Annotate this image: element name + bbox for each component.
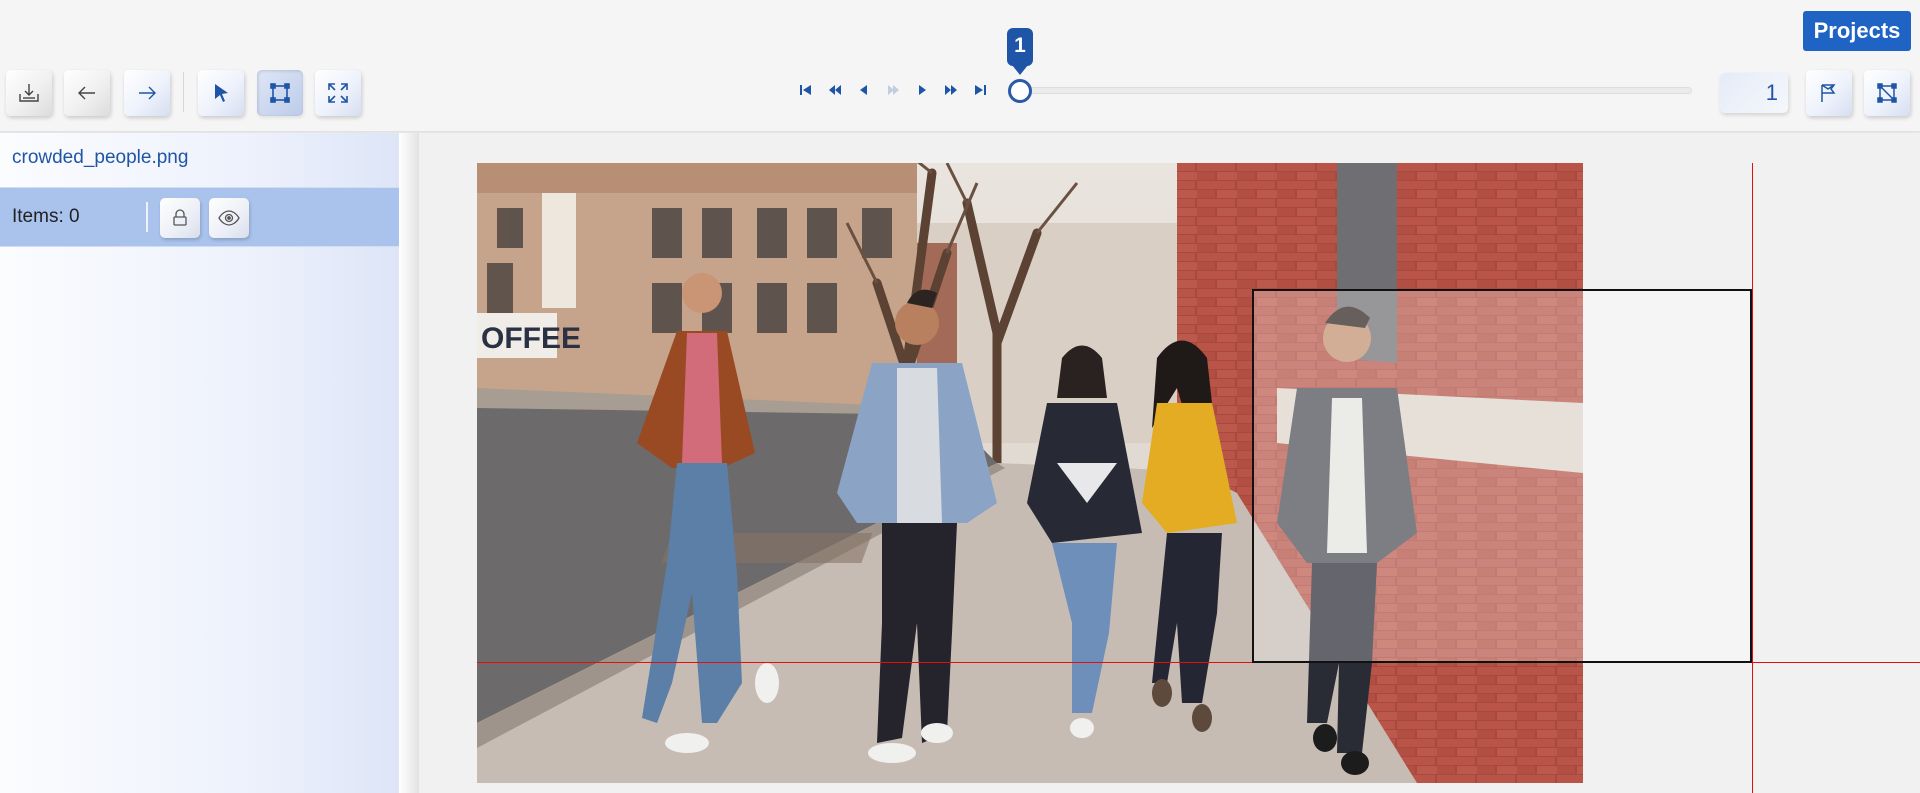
first-frame-icon <box>799 85 811 95</box>
flag-icon <box>1821 84 1836 102</box>
redo-icon <box>139 86 156 100</box>
annotation-canvas[interactable]: OFFEE <box>419 133 1920 793</box>
first-frame-button[interactable] <box>792 82 819 98</box>
visibility-button[interactable] <box>209 198 249 238</box>
last-frame-icon <box>974 85 986 95</box>
projects-button[interactable]: Projects <box>1803 11 1911 51</box>
hide-annotations-button[interactable] <box>1864 70 1910 116</box>
frame-slider-value: 1 <box>1007 28 1033 75</box>
play-button[interactable] <box>879 82 906 98</box>
items-divider <box>146 202 148 232</box>
fit-screen-icon <box>328 83 348 103</box>
drawing-bounding-box[interactable] <box>1252 289 1752 663</box>
previous-frame-button[interactable] <box>850 82 877 98</box>
file-name-link[interactable]: crowded_people.png <box>12 147 188 169</box>
frame-slider-track[interactable] <box>1020 87 1692 94</box>
no-annotation-icon <box>1877 83 1897 103</box>
previous-icon <box>859 85 867 95</box>
svg-text:OFFEE: OFFEE <box>481 322 581 355</box>
lock-button[interactable] <box>160 198 200 238</box>
fast-backward-button[interactable] <box>821 82 848 98</box>
toolbar-divider <box>183 72 184 112</box>
frame-number-input[interactable]: 1 <box>1720 73 1788 113</box>
items-count-label: Items: 0 <box>12 206 80 227</box>
player-controls <box>792 82 993 98</box>
fit-screen-button[interactable] <box>315 70 361 116</box>
undo-icon <box>78 86 95 100</box>
rectangle-tool-icon <box>270 83 290 103</box>
crosshair-vertical <box>1752 163 1753 793</box>
save-button[interactable] <box>6 70 52 116</box>
sidebar: crowded_people.png Items: 0 <box>0 133 399 793</box>
fast-backward-icon <box>828 85 841 95</box>
next-icon <box>918 85 926 95</box>
sidebar-resize-handle[interactable] <box>399 133 419 793</box>
items-row[interactable]: Items: 0 <box>0 187 399 247</box>
next-frame-button[interactable] <box>908 82 935 98</box>
flag-button[interactable] <box>1806 70 1852 116</box>
fast-forward-icon <box>944 85 957 95</box>
lock-icon <box>173 209 187 226</box>
eye-icon <box>218 210 240 226</box>
last-frame-button[interactable] <box>966 82 993 98</box>
fast-forward-button[interactable] <box>937 82 964 98</box>
undo-button[interactable] <box>64 70 110 116</box>
save-icon <box>19 84 39 102</box>
redo-button[interactable] <box>124 70 170 116</box>
play-icon <box>887 85 899 95</box>
select-tool-button[interactable] <box>198 70 244 116</box>
frame-slider-thumb[interactable] <box>1008 79 1032 103</box>
top-toolbar: 1 1 Projects <box>0 0 1920 132</box>
rectangle-tool-button[interactable] <box>257 70 303 116</box>
cursor-icon <box>215 84 228 102</box>
